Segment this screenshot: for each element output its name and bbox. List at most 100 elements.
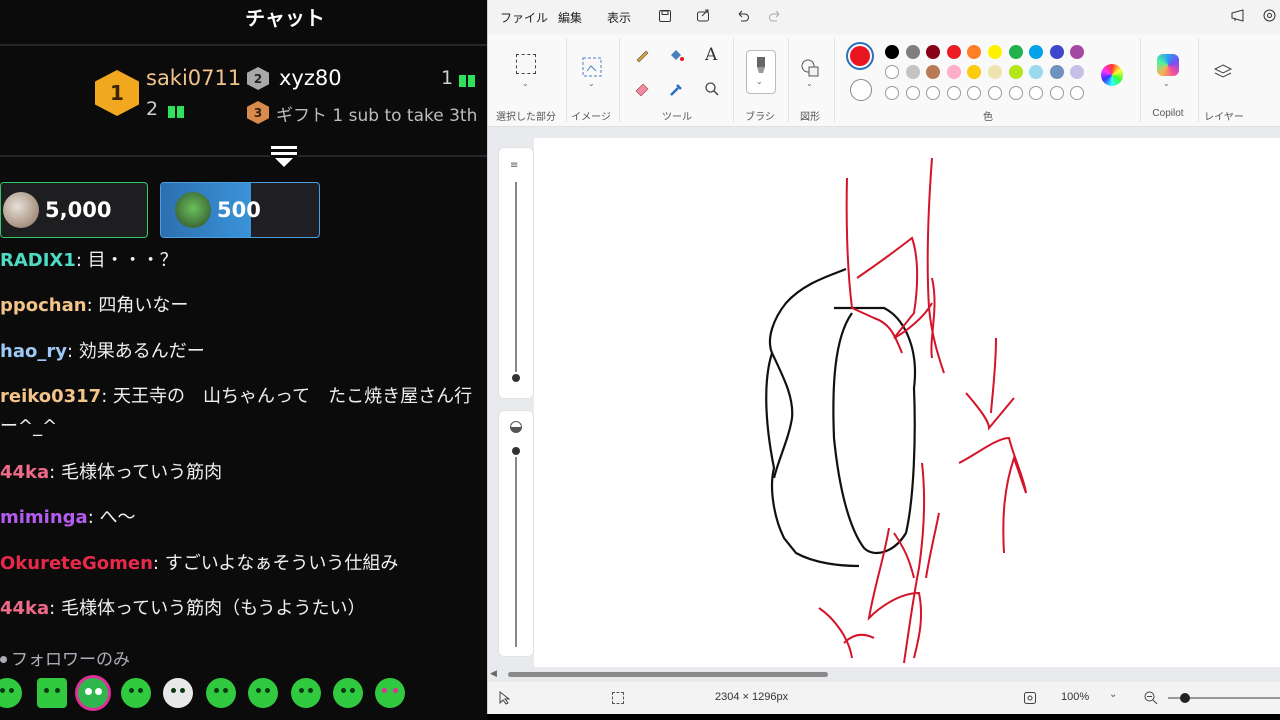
- shapes-icon[interactable]: [800, 58, 820, 78]
- color-swatch[interactable]: [946, 86, 961, 100]
- color-swatch[interactable]: [988, 65, 1002, 79]
- fill-bucket-icon[interactable]: [668, 47, 684, 63]
- drawing-canvas[interactable]: [534, 138, 1280, 667]
- color-swatch[interactable]: [1070, 45, 1085, 59]
- chat-username[interactable]: reiko0317: [0, 386, 101, 407]
- chat-message: 44ka: 毛様体っていう筋肉: [0, 462, 223, 483]
- leader-3-gift-prompt[interactable]: ギフト 1 sub to take 3th: [276, 101, 477, 126]
- secondary-color-button[interactable]: [850, 79, 872, 101]
- selection-tool-icon[interactable]: [516, 54, 536, 74]
- brush-button[interactable]: ⌄: [746, 50, 776, 94]
- eraser-icon[interactable]: [634, 81, 650, 97]
- color-swatch[interactable]: [905, 65, 920, 79]
- leader-2-user[interactable]: xyz80: [279, 66, 342, 90]
- color-swatch[interactable]: [905, 86, 920, 100]
- edit-colors-icon[interactable]: [1101, 64, 1123, 86]
- color-swatch[interactable]: [988, 86, 1002, 100]
- expand-leaderboard-button[interactable]: [271, 144, 297, 168]
- zoom-slider-thumb[interactable]: [1180, 693, 1190, 703]
- cheer-box-2[interactable]: 500: [160, 182, 320, 238]
- opacity-slider-thumb[interactable]: [512, 447, 520, 455]
- color-swatch[interactable]: [926, 45, 941, 59]
- color-swatch[interactable]: [1049, 86, 1064, 100]
- undo-icon[interactable]: [735, 8, 750, 23]
- image-crop-icon[interactable]: [581, 56, 603, 78]
- chevron-down-icon[interactable]: ⌄: [1163, 79, 1170, 88]
- magnifier-icon[interactable]: [704, 81, 720, 97]
- color-swatch[interactable]: [1070, 65, 1085, 79]
- color-picker-icon[interactable]: [668, 81, 684, 97]
- zoom-select[interactable]: 100% ⌄: [1051, 686, 1131, 708]
- color-swatch[interactable]: [1049, 45, 1064, 59]
- avatar: [3, 192, 39, 228]
- color-swatch[interactable]: [1049, 65, 1064, 79]
- layers-icon[interactable]: [1213, 62, 1233, 82]
- emote-icon[interactable]: [248, 678, 278, 708]
- color-swatch[interactable]: [946, 65, 961, 79]
- color-swatch[interactable]: [946, 45, 961, 59]
- chevron-down-icon[interactable]: ⌄: [588, 79, 595, 88]
- color-swatch[interactable]: [1008, 45, 1023, 59]
- chevron-down-icon[interactable]: ⌄: [522, 79, 529, 88]
- redo-icon[interactable]: [768, 8, 783, 23]
- emote-icon[interactable]: [206, 678, 236, 708]
- color-swatch[interactable]: [885, 65, 899, 79]
- color-swatch[interactable]: [885, 86, 899, 100]
- emote-icon[interactable]: [333, 678, 363, 708]
- color-swatch[interactable]: [1029, 86, 1044, 100]
- chat-username[interactable]: miminga: [0, 507, 88, 528]
- cheer-box-1[interactable]: 5,000: [0, 182, 148, 238]
- chevron-down-icon[interactable]: ⌄: [806, 79, 813, 88]
- feedback-icon[interactable]: [1230, 8, 1246, 23]
- share-icon[interactable]: [696, 8, 711, 23]
- emote-icon[interactable]: [0, 678, 22, 708]
- color-swatch[interactable]: [1008, 86, 1023, 100]
- emote-icon[interactable]: [163, 678, 193, 708]
- color-swatch[interactable]: [988, 45, 1002, 59]
- color-swatch[interactable]: [967, 65, 982, 79]
- color-swatch[interactable]: [1029, 65, 1044, 79]
- rank-2-badge: 2: [247, 67, 269, 90]
- chat-username[interactable]: 44ka: [0, 462, 49, 483]
- primary-color-button[interactable]: [846, 42, 874, 70]
- menu-edit[interactable]: 編集: [558, 9, 582, 26]
- menu-view[interactable]: 表示: [607, 9, 631, 26]
- chat-username[interactable]: hao_ry: [0, 341, 67, 362]
- chat-username[interactable]: OkureteGomen: [0, 553, 153, 574]
- color-swatch[interactable]: [967, 86, 982, 100]
- size-slider-track[interactable]: [515, 182, 517, 372]
- color-swatch[interactable]: [967, 45, 982, 59]
- size-slider-thumb[interactable]: [512, 374, 520, 382]
- emote-icon[interactable]: [121, 678, 151, 708]
- horizontal-scrollbar[interactable]: [508, 672, 828, 677]
- color-swatch[interactable]: [1029, 45, 1044, 59]
- chat-text: へ〜: [99, 507, 136, 528]
- color-swatch[interactable]: [905, 45, 920, 59]
- text-tool-icon[interactable]: A: [705, 45, 717, 65]
- emote-icon[interactable]: [78, 678, 108, 708]
- color-swatch[interactable]: [1070, 86, 1085, 100]
- pencil-icon[interactable]: [634, 47, 650, 63]
- opacity-slider-track[interactable]: [515, 457, 517, 647]
- chat-username[interactable]: 44ka: [0, 598, 49, 619]
- leader-1-user[interactable]: saki0711: [146, 66, 241, 90]
- color-swatch[interactable]: [926, 86, 941, 100]
- emote-icon[interactable]: [291, 678, 321, 708]
- divider: [1140, 38, 1141, 122]
- settings-icon[interactable]: [1262, 8, 1277, 23]
- emote-icon[interactable]: [375, 678, 405, 708]
- save-icon[interactable]: [658, 9, 672, 23]
- chat-username[interactable]: RADIX1: [0, 250, 76, 271]
- chat-username[interactable]: ppochan: [0, 295, 87, 316]
- emote-icon[interactable]: [37, 678, 67, 708]
- fit-to-window-icon[interactable]: [1023, 691, 1037, 705]
- chat-message: miminga: へ〜: [0, 507, 136, 528]
- color-swatch[interactable]: [885, 45, 899, 59]
- zoom-out-icon[interactable]: [1143, 690, 1159, 706]
- copilot-icon[interactable]: [1157, 54, 1179, 76]
- menu-file[interactable]: ファイル: [500, 9, 548, 26]
- menu-bar: ファイル 編集 表示: [488, 0, 1280, 34]
- color-swatch[interactable]: [926, 65, 941, 79]
- color-swatch[interactable]: [1008, 65, 1023, 79]
- scroll-left-icon[interactable]: ◀: [490, 669, 497, 679]
